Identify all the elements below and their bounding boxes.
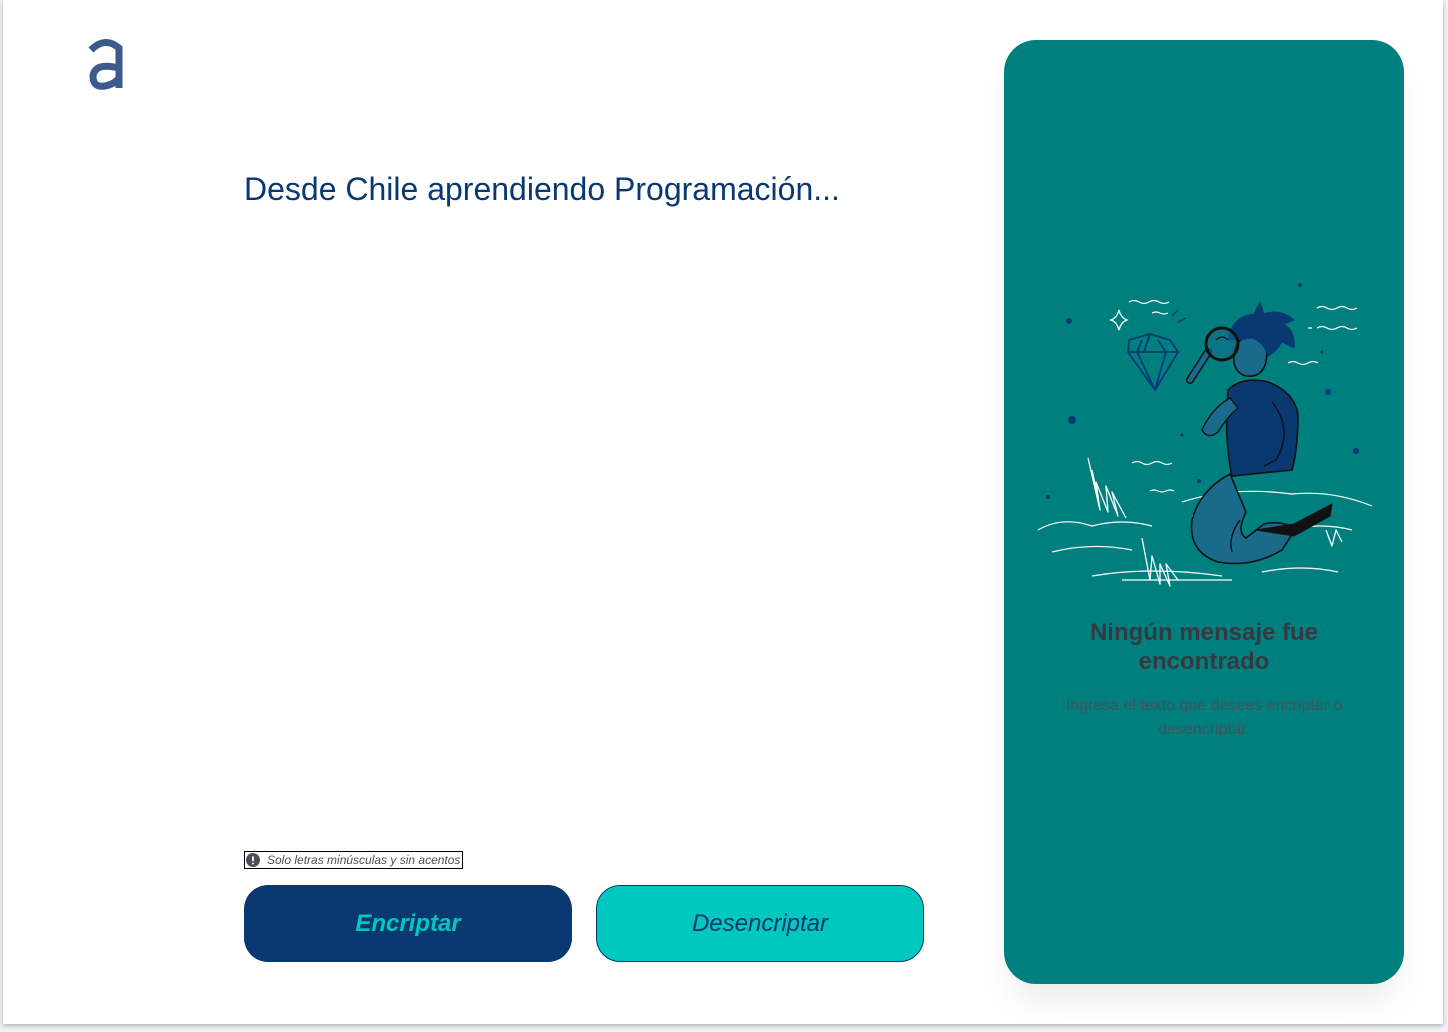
hint-text: Solo letras minúsculas y sin acentos — [267, 853, 461, 867]
empty-state-title: Ningún mensaje fue encontrado — [1089, 619, 1319, 675]
empty-state-description: Ingresa el texto que desees encriptar o … — [1065, 697, 1343, 738]
exclamation-circle-icon — [246, 853, 260, 867]
encrypt-button[interactable]: Encriptar — [244, 885, 572, 962]
message-input[interactable]: Desde Chile aprendiendo Programación... — [244, 165, 924, 805]
encrypt-button-label: Encriptar — [355, 909, 461, 937]
alura-logo-icon — [88, 39, 123, 90]
output-panel: Ningún mensaje fue encontrado Ingresa el… — [1004, 40, 1404, 984]
decrypt-button[interactable]: Desencriptar — [596, 885, 924, 962]
decrypt-button-label: Desencriptar — [691, 909, 829, 937]
hint-note: Solo letras minúsculas y sin acentos — [244, 851, 464, 869]
boy-with-magnifying-glass-illustration — [1037, 283, 1373, 587]
app-page: Desde Chile aprendiendo Programación... … — [3, 0, 1443, 1024]
